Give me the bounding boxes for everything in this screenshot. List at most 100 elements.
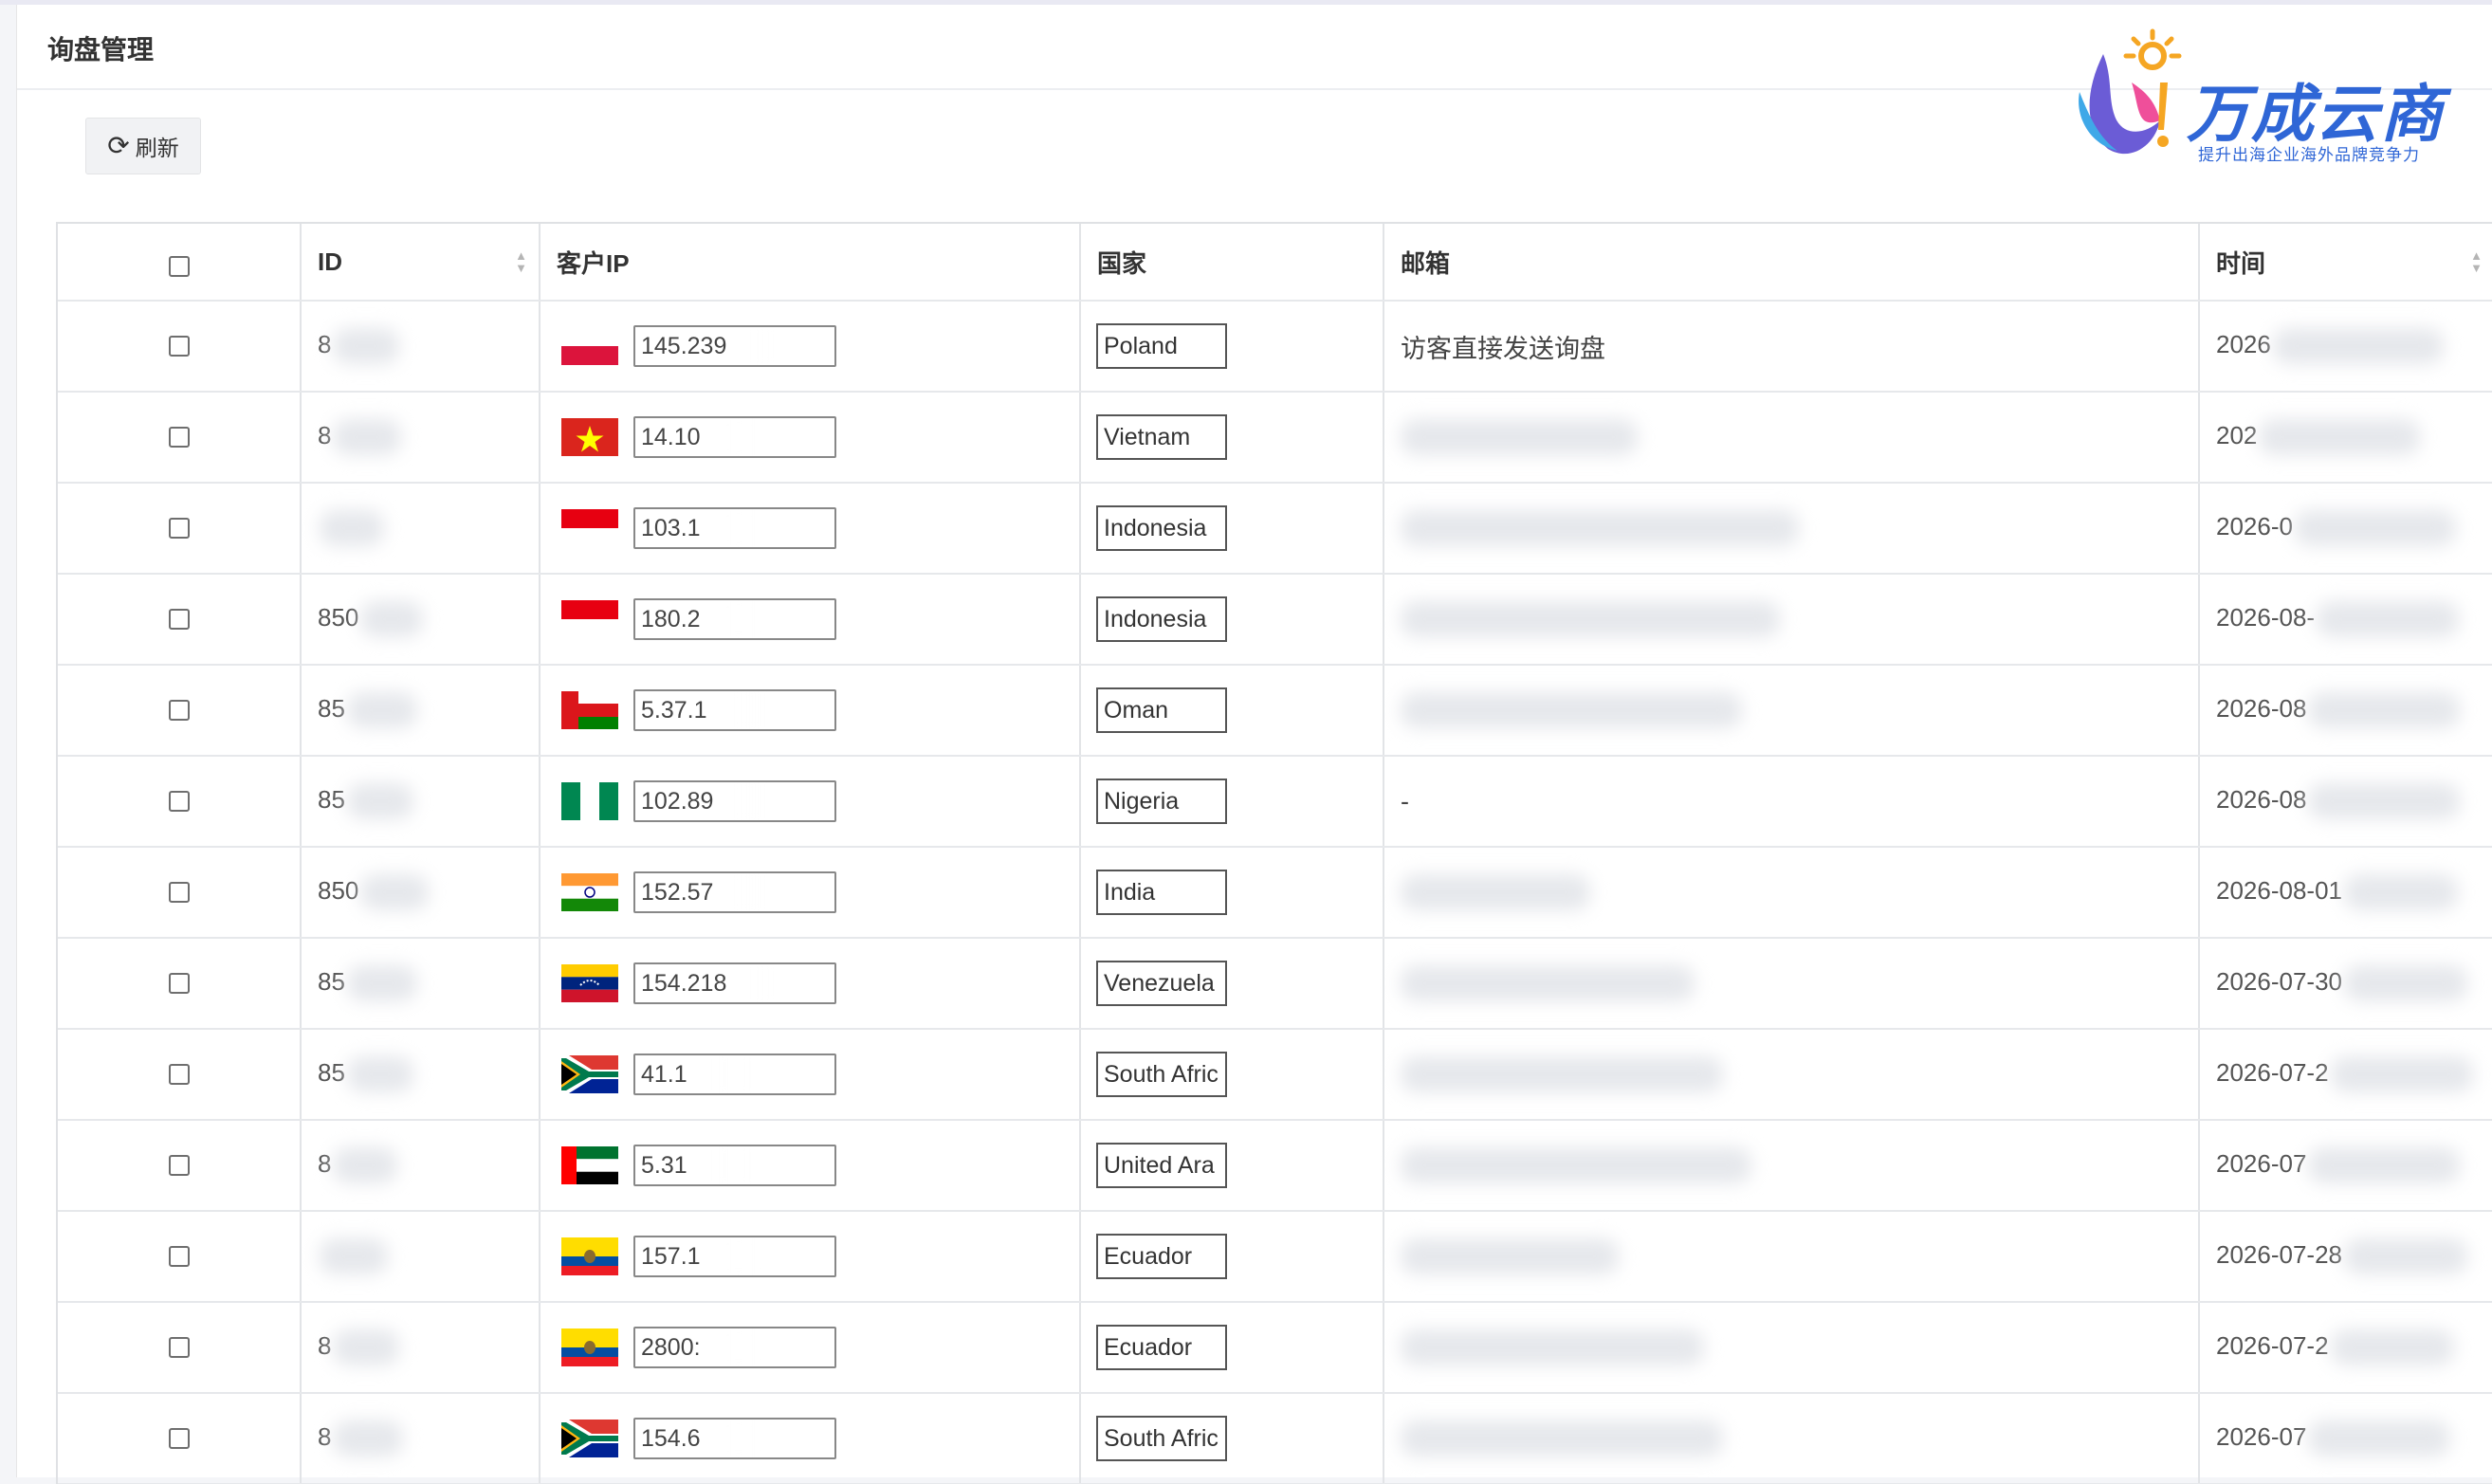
email-cell: 访客直接发送询盘 [1383, 301, 2200, 393]
country-field[interactable]: Indonesia [1096, 505, 1227, 551]
row-checkbox[interactable] [168, 1337, 190, 1358]
ip-cell: 154.6 [540, 1393, 1081, 1484]
ip-field[interactable]: 102.89 [633, 780, 836, 822]
country-field[interactable]: Nigeria [1096, 779, 1227, 824]
row-time: 2026-08-01 [2216, 875, 2342, 905]
row-checkbox[interactable] [168, 518, 190, 539]
time-column-header[interactable]: 时间 ▲ ▼ [2199, 224, 2492, 302]
row-checkbox[interactable] [168, 1155, 190, 1176]
ip-field[interactable]: 41.1 [633, 1053, 836, 1095]
id-cell [301, 483, 541, 575]
row-checkbox[interactable] [168, 1246, 190, 1267]
redacted-email [1401, 965, 1695, 1001]
table-row: 157.1 Ecuador 2026-07-28 [58, 1211, 2492, 1303]
country-cell: South Afric [1080, 1029, 1384, 1121]
row-id: 85 [318, 693, 345, 723]
row-checkbox[interactable] [168, 973, 190, 994]
country-field[interactable]: South Afric [1096, 1052, 1227, 1097]
redacted-email [1401, 1147, 1751, 1183]
country-cell: Poland [1080, 301, 1384, 393]
country-cell: Oman [1080, 665, 1384, 757]
redacted-ip [738, 873, 834, 911]
country-cell: India [1080, 847, 1384, 939]
row-id: 850 [318, 602, 359, 632]
row-checkbox[interactable] [168, 609, 190, 630]
ecuador-flag-icon [561, 1328, 618, 1366]
redacted-ip [713, 1055, 834, 1093]
row-checkbox[interactable] [168, 336, 190, 357]
row-checkbox[interactable] [168, 882, 190, 903]
redacted-time [2272, 328, 2444, 364]
ip-field[interactable]: 157.1 [633, 1236, 836, 1277]
table-row: 8 154.6 South Afric 2026-07 [58, 1393, 2492, 1484]
inquiry-table: ID ▲ ▼ 客户IP 国家 邮箱 时间 ▲ ▼ 8 145.239 Poland 访客直接发… [56, 222, 2492, 1484]
redacted-time [2344, 874, 2458, 910]
ip-field[interactable]: 5.31 [633, 1145, 836, 1186]
ip-field[interactable]: 152.57 [633, 871, 836, 913]
ip-field[interactable]: 180.2 [633, 598, 836, 640]
country-field[interactable]: South Afric [1096, 1416, 1227, 1461]
email-cell [1383, 1029, 2200, 1121]
sort-icon[interactable]: ▲ ▼ [515, 249, 527, 274]
refresh-button[interactable]: ⟳ 刷新 [85, 118, 201, 174]
country-field[interactable]: India [1096, 870, 1227, 915]
row-select-cell [58, 938, 302, 1030]
redacted-time [2330, 1329, 2454, 1365]
redacted-id [333, 1329, 400, 1365]
row-time: 2026-08- [2216, 602, 2316, 632]
redacted-email [1401, 419, 1638, 455]
row-id: 85 [318, 784, 345, 814]
table-row: 103.1 Indonesia 2026-0 [58, 483, 2492, 575]
row-checkbox[interactable] [168, 1428, 190, 1449]
row-time: 2026-07-2 [2216, 1057, 2329, 1087]
ip-field[interactable]: 154.218 [633, 962, 836, 1004]
email-cell [1383, 938, 2200, 1030]
row-time: 2026-07-2 [2216, 1330, 2329, 1360]
email-cell: - [1383, 756, 2200, 848]
row-checkbox[interactable] [168, 1064, 190, 1085]
row-id: 85 [318, 966, 345, 996]
id-cell: 85 [301, 665, 541, 757]
content-panel: 询盘管理 万成云商 提升出海企业海外品牌竞争力 ⟳ 刷新 ID ▲ ▼ 客户IP… [16, 5, 2492, 1484]
ip-field[interactable]: 103.1 [633, 507, 836, 549]
row-select-cell [58, 1211, 302, 1303]
redacted-email [1401, 1420, 1723, 1457]
time-cell: 2026-07 [2199, 1393, 2492, 1484]
time-cell: 2026-08-01 [2199, 847, 2492, 939]
row-select-cell [58, 1120, 302, 1212]
row-select-cell [58, 574, 302, 666]
ip-field[interactable]: 145.239 [633, 325, 836, 367]
ip-field[interactable]: 5.37.1 [633, 689, 836, 731]
id-cell: 85 [301, 938, 541, 1030]
redacted-time [2344, 1238, 2467, 1274]
row-select-cell [58, 1302, 302, 1394]
row-checkbox[interactable] [168, 700, 190, 721]
id-cell: 8 [301, 1120, 541, 1212]
row-checkbox[interactable] [168, 427, 190, 448]
country-field[interactable]: Ecuador [1096, 1234, 1227, 1279]
ip-field[interactable]: 2800: [633, 1327, 836, 1368]
country-field[interactable]: Ecuador [1096, 1325, 1227, 1370]
country-field[interactable]: Poland [1096, 323, 1227, 369]
row-time: 2026-07 [2216, 1148, 2307, 1178]
redacted-id [333, 1420, 404, 1457]
ip-cell: 180.2 [540, 574, 1081, 666]
row-time: 202 [2216, 420, 2258, 449]
id-column-header[interactable]: ID ▲ ▼ [301, 224, 541, 302]
country-field[interactable]: United Ara [1096, 1143, 1227, 1188]
india-flag-icon [561, 873, 618, 911]
row-checkbox[interactable] [168, 791, 190, 812]
select-all-checkbox[interactable] [168, 256, 190, 277]
ip-field[interactable]: 14.10 [633, 416, 836, 458]
ecuador-flag-icon [561, 1237, 618, 1275]
ip-field[interactable]: 154.6 [633, 1418, 836, 1459]
sort-icon[interactable]: ▲ ▼ [2470, 249, 2483, 274]
country-field[interactable]: Indonesia [1096, 596, 1227, 642]
time-cell: 2026-0 [2199, 483, 2492, 575]
country-field[interactable]: Venezuela [1096, 961, 1227, 1006]
id-cell: 850 [301, 847, 541, 939]
country-field[interactable]: Oman [1096, 687, 1227, 733]
ip-column-header: 客户IP [540, 224, 1081, 302]
table-row: 85 5.37.1 Oman 2026-08 [58, 665, 2492, 757]
country-field[interactable]: Vietnam [1096, 414, 1227, 460]
